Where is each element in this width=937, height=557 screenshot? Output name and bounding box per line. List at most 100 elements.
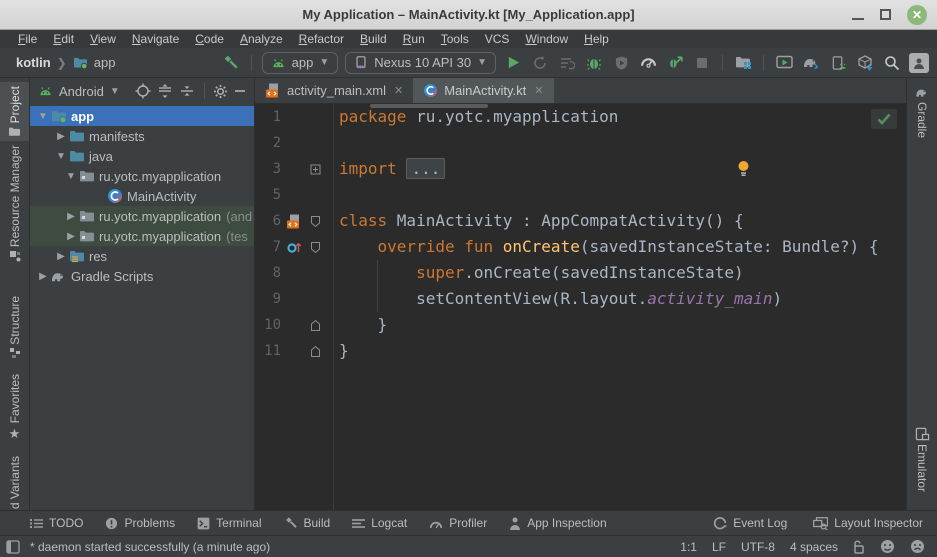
menu-file[interactable]: File	[10, 30, 45, 48]
tree-row-res[interactable]: ▶ res	[30, 246, 254, 266]
menu-view[interactable]: View	[82, 30, 124, 48]
device-select[interactable]: Nexus 10 API 30 ▼	[345, 52, 496, 74]
debug-icon[interactable]	[584, 53, 604, 73]
gear-icon[interactable]	[213, 84, 228, 99]
close-icon[interactable]: ✕	[907, 5, 927, 25]
tool-window-switcher-icon[interactable]	[6, 540, 20, 554]
menu-help[interactable]: Help	[576, 30, 617, 48]
menu-tools[interactable]: Tools	[433, 30, 477, 48]
related-layout-file-icon[interactable]	[281, 214, 307, 229]
menu-navigate[interactable]: Navigate	[124, 30, 187, 48]
menu-code[interactable]: Code	[187, 30, 232, 48]
tool-window-structure[interactable]: Structure	[0, 292, 29, 364]
lock-open-icon[interactable]	[853, 540, 865, 554]
chevron-collapsed-icon[interactable]: ▶	[64, 231, 78, 242]
chevron-collapsed-icon[interactable]: ▶	[54, 131, 68, 142]
menu-edit[interactable]: Edit	[45, 30, 82, 48]
sad-face-icon[interactable]	[910, 539, 925, 554]
build-hammer-icon[interactable]	[221, 53, 241, 73]
run-button[interactable]	[503, 53, 523, 73]
project-view-mode[interactable]: Android	[59, 84, 104, 99]
indent-setting[interactable]: 4 spaces	[790, 540, 838, 554]
fold-expand-icon[interactable]	[307, 164, 323, 175]
tool-window-favorites[interactable]: Favorites ★	[0, 370, 29, 446]
collapse-all-icon[interactable]	[179, 83, 195, 99]
running-devices-icon[interactable]	[774, 53, 794, 73]
expand-all-icon[interactable]	[157, 83, 173, 99]
intention-bulb-icon[interactable]	[737, 160, 750, 177]
breadcrumb-module[interactable]: app	[94, 55, 116, 70]
tree-row-package-androidtest[interactable]: ▶ ru.yotc.myapplication (and	[30, 206, 254, 226]
chevron-collapsed-icon[interactable]: ▶	[36, 271, 50, 282]
tree-row-gradle-scripts[interactable]: ▶ Gradle Scripts	[30, 266, 254, 286]
tool-window-todo[interactable]: TODO	[30, 516, 83, 530]
breadcrumb-project[interactable]: kotlin	[16, 55, 51, 70]
tree-row-mainactivity[interactable]: MainActivity	[30, 186, 254, 206]
tool-window-profiler[interactable]: Profiler	[429, 516, 487, 530]
menu-run[interactable]: Run	[395, 30, 433, 48]
search-everywhere-icon[interactable]	[882, 53, 902, 73]
tool-window-terminal[interactable]: Terminal	[197, 516, 261, 530]
tool-window-emulator[interactable]: Emulator	[907, 423, 937, 496]
happy-face-icon[interactable]	[880, 539, 895, 554]
tool-window-project[interactable]: Project	[0, 82, 29, 141]
run-configuration-select[interactable]: app ▼	[262, 52, 339, 74]
fold-end-icon[interactable]	[307, 345, 323, 358]
tool-window-problems[interactable]: Problems	[105, 516, 175, 530]
minimize-icon[interactable]	[852, 18, 864, 20]
tree-row-java[interactable]: ▼ java	[30, 146, 254, 166]
fold-collapse-icon[interactable]	[307, 215, 323, 228]
user-avatar[interactable]	[909, 53, 929, 73]
chevron-expanded-icon[interactable]: ▼	[64, 171, 78, 182]
attach-debugger-icon[interactable]	[665, 53, 685, 73]
chevron-expanded-icon[interactable]: ▼	[36, 111, 50, 122]
overrides-method-icon[interactable]	[281, 240, 307, 254]
chevron-expanded-icon[interactable]: ▼	[54, 151, 68, 162]
tool-window-build-variants[interactable]: Build Variants	[0, 452, 29, 510]
menu-window[interactable]: Window	[517, 30, 576, 48]
avd-manager-icon[interactable]	[828, 53, 848, 73]
menu-analyze[interactable]: Analyze	[232, 30, 291, 48]
menu-refactor[interactable]: Refactor	[291, 30, 352, 48]
horizontal-scrollbar-thumb[interactable]	[370, 104, 488, 108]
file-encoding[interactable]: UTF-8	[741, 540, 775, 554]
tool-window-build[interactable]: Build	[284, 516, 331, 530]
apply-code-changes-icon[interactable]	[557, 53, 577, 73]
stop-icon[interactable]	[692, 53, 712, 73]
profile-icon[interactable]	[638, 53, 658, 73]
status-message[interactable]: * daemon started successfully (a minute …	[30, 540, 270, 554]
menu-build[interactable]: Build	[352, 30, 395, 48]
fold-end-icon[interactable]	[307, 319, 323, 332]
maximize-icon[interactable]	[880, 9, 891, 20]
chevron-down-icon[interactable]: ▼	[110, 86, 120, 97]
fold-collapse-icon[interactable]	[307, 241, 323, 254]
tool-window-layout-inspector[interactable]: Layout Inspector	[813, 516, 923, 530]
chevron-collapsed-icon[interactable]: ▶	[64, 211, 78, 222]
tool-window-event-log[interactable]: Event Log	[713, 516, 787, 530]
code-area[interactable]: 1 package ru.yotc.myapplication 2 3 impo…	[255, 104, 906, 510]
tool-window-app-inspection[interactable]: App Inspection	[509, 516, 606, 530]
folded-imports[interactable]: ...	[406, 158, 445, 179]
apply-changes-icon[interactable]	[530, 53, 550, 73]
tree-row-app[interactable]: ▼ app	[30, 106, 254, 126]
close-tab-icon[interactable]: ✕	[534, 84, 543, 97]
tool-window-logcat[interactable]: Logcat	[352, 516, 407, 530]
sdk-manager-icon[interactable]	[855, 53, 875, 73]
tree-row-package-test[interactable]: ▶ ru.yotc.myapplication (tes	[30, 226, 254, 246]
device-file-explorer-icon[interactable]	[733, 53, 753, 73]
locate-file-icon[interactable]	[135, 83, 151, 99]
menu-vcs[interactable]: VCS	[477, 30, 518, 48]
tab-mainactivity-kt[interactable]: MainActivity.kt ✕	[413, 78, 553, 103]
gradle-sync-icon[interactable]	[801, 53, 821, 73]
inspection-status-widget[interactable]	[871, 109, 897, 129]
tree-row-manifests[interactable]: ▶ manifests	[30, 126, 254, 146]
caret-position[interactable]: 1:1	[680, 540, 697, 554]
close-tab-icon[interactable]: ✕	[394, 84, 403, 97]
tool-window-resource-manager[interactable]: Resource Manager	[0, 141, 29, 266]
hide-panel-icon[interactable]	[234, 85, 246, 97]
tab-activity-main-xml[interactable]: activity_main.xml ✕	[255, 78, 413, 103]
tool-window-gradle[interactable]: Gradle	[907, 82, 937, 142]
tree-row-package[interactable]: ▼ ru.yotc.myapplication	[30, 166, 254, 186]
run-with-coverage-icon[interactable]	[611, 53, 631, 73]
line-separator[interactable]: LF	[712, 540, 726, 554]
